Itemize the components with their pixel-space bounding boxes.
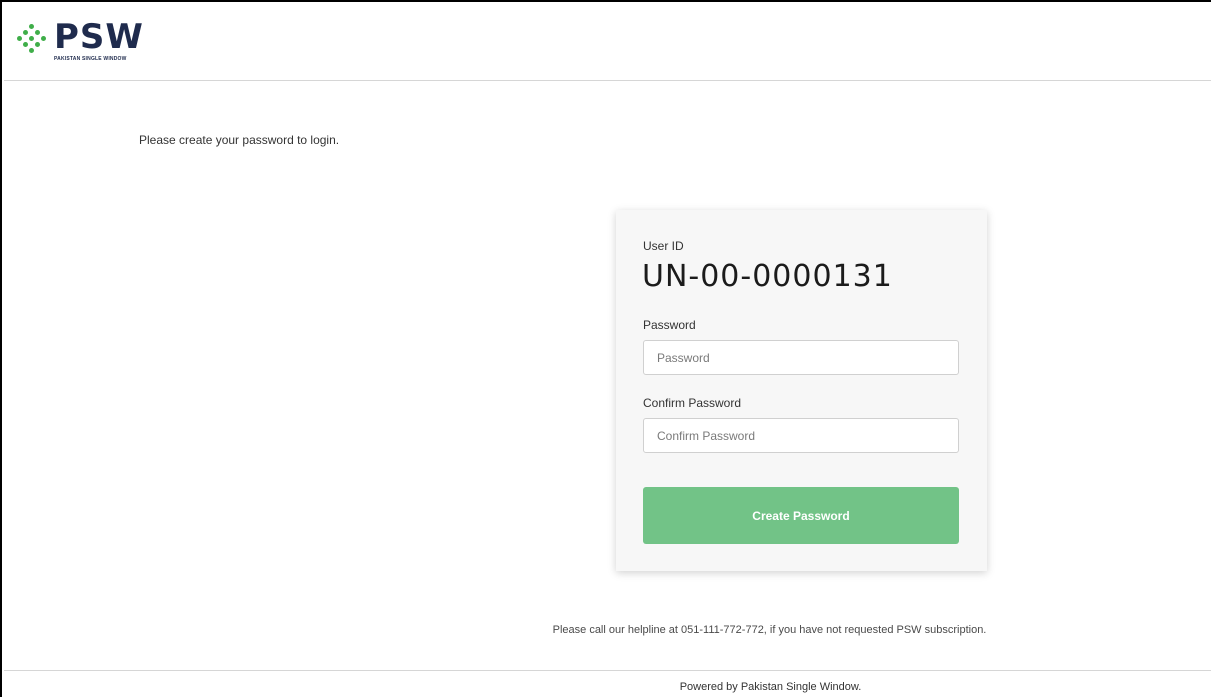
create-password-card: User ID UN-00-0000131 Password Confirm P… — [616, 210, 987, 571]
create-password-button[interactable]: Create Password — [643, 487, 959, 544]
psw-logo[interactable]: PSW PAKISTAN SINGLE WINDOW — [12, 20, 144, 62]
helpline-notice: Please call our helpline at 051-111-772-… — [552, 624, 987, 636]
site-footer: Powered by Pakistan Single Window. — [4, 670, 1211, 700]
page-frame: PSW PAKISTAN SINGLE WINDOW Please create… — [0, 0, 1211, 697]
user-id-label: User ID — [643, 239, 684, 253]
logo-wordmark: PSW — [54, 17, 144, 57]
user-id-value: UN-00-0000131 — [642, 259, 893, 294]
password-label: Password — [643, 318, 696, 332]
footer-text: Powered by Pakistan Single Window. — [679, 681, 862, 693]
logo-subtitle: PAKISTAN SINGLE WINDOW — [54, 56, 127, 62]
site-header: PSW PAKISTAN SINGLE WINDOW — [4, 4, 1211, 81]
confirm-password-input[interactable] — [643, 418, 959, 453]
psw-dots-logo-icon — [12, 20, 52, 60]
password-input[interactable] — [643, 340, 959, 375]
confirm-password-label: Confirm Password — [643, 396, 742, 410]
logo-text: PSW PAKISTAN SINGLE WINDOW — [54, 20, 144, 62]
intro-text: Please create your password to login. — [139, 133, 340, 147]
